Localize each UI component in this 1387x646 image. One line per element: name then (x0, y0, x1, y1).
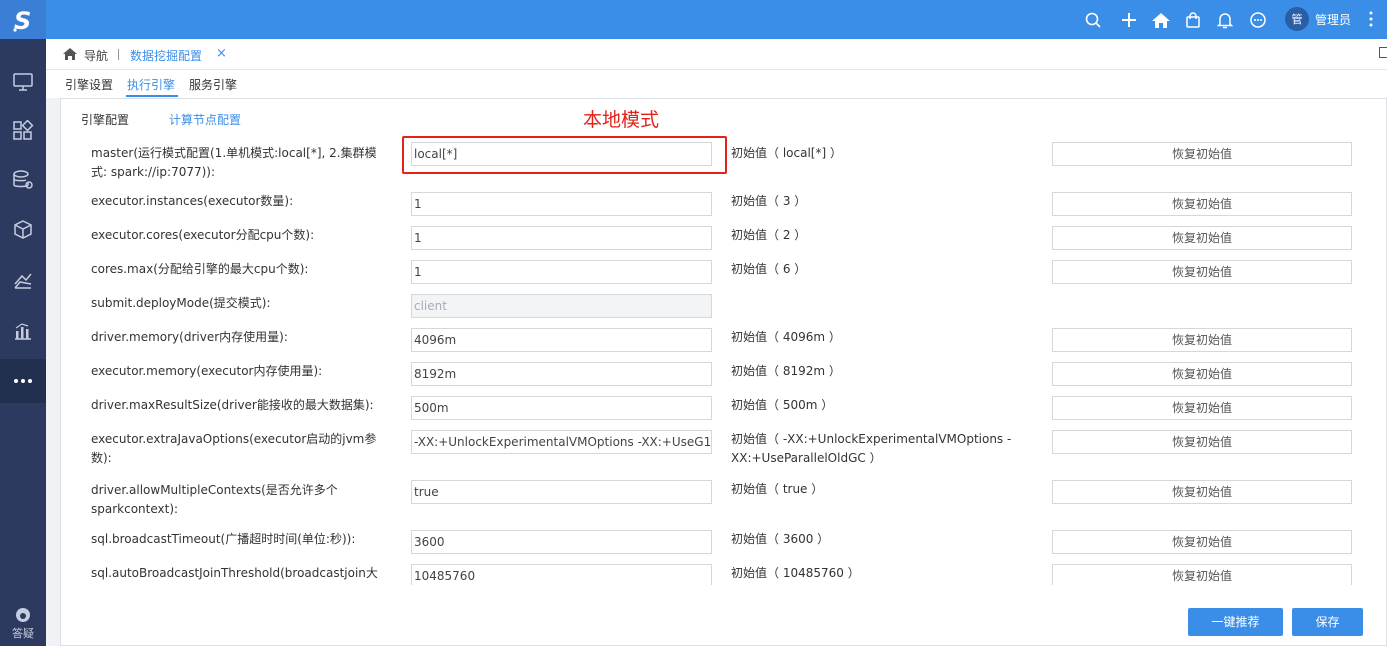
row-initial-value: 初始值（ 8192m ） (731, 364, 841, 378)
executor-cores-input[interactable]: 1 (411, 226, 712, 250)
tab-service-engine[interactable]: 服务引擎 (189, 76, 237, 93)
nav-link[interactable]: 导航 (84, 47, 108, 64)
restore-button[interactable]: 恢复初始值 (1052, 480, 1352, 504)
restore-button[interactable]: 恢复初始值 (1052, 192, 1352, 216)
search-icon (1085, 12, 1101, 28)
logo-s-icon: S (13, 7, 31, 33)
restore-button[interactable]: 恢复初始值 (1052, 564, 1352, 585)
maximize-icon[interactable] (1379, 47, 1387, 58)
help-label: 答疑 (12, 627, 34, 640)
extra-java-options-input[interactable]: -XX:+UnlockExperimentalVMOptions -XX:+Us… (411, 430, 712, 454)
executor-memory-input[interactable]: 8192m (411, 362, 712, 386)
user-name[interactable]: 管理员 (1315, 11, 1351, 28)
cube-icon (14, 220, 32, 239)
broadcast-join-threshold-input[interactable]: 10485760 (411, 564, 712, 585)
executor-instances-input[interactable]: 1 (411, 192, 712, 216)
row-initial-value: 初始值（ 3600 ） (731, 532, 830, 546)
divider (118, 49, 119, 60)
home-icon (1152, 13, 1170, 28)
rail-item-cube[interactable] (0, 208, 46, 252)
restore-button[interactable]: 恢复初始值 (1052, 142, 1352, 166)
one-click-recommend-button[interactable]: 一键推荐 (1188, 608, 1283, 636)
search-button[interactable] (1082, 9, 1104, 31)
restore-button[interactable]: 恢复初始值 (1052, 396, 1352, 420)
save-button[interactable]: 保存 (1292, 608, 1363, 636)
avatar[interactable]: 管 (1285, 7, 1309, 31)
row-label: master(运行模式配置(1.单机模式:local[*], 2.集群模式: s… (91, 146, 377, 179)
active-tab-indicator (126, 95, 178, 97)
monitor-icon (13, 73, 33, 91)
database-settings-icon (13, 170, 33, 189)
add-button[interactable] (1118, 9, 1140, 31)
row-label: driver.maxResultSize(driver能接收的最大数据集): (91, 398, 374, 412)
row-label: executor.cores(executor分配cpu个数): (91, 228, 315, 242)
left-rail: S 答疑 (0, 0, 46, 646)
deploy-mode-input: client (411, 294, 712, 318)
chat-icon (1250, 12, 1266, 28)
restore-button[interactable]: 恢复初始值 (1052, 530, 1352, 554)
row-label: executor.memory(executor内存使用量): (91, 364, 323, 378)
row-label: executor.instances(executor数量): (91, 194, 294, 208)
annotation-highlight-box (402, 136, 727, 174)
rail-item-monitor[interactable] (0, 60, 46, 104)
restore-button[interactable]: 恢复初始值 (1052, 430, 1352, 454)
engine-tabs: 引擎设置 执行引擎 服务引擎 (46, 70, 1387, 98)
page-tab-bar: 导航 数据挖掘配置 × (46, 39, 1387, 70)
row-label: driver.allowMultipleContexts(是否允许多个spark… (91, 483, 338, 516)
cores-max-input[interactable]: 1 (411, 260, 712, 284)
row-initial-value: 初始值（ -XX:+UnlockExperimentalVMOptions -X… (731, 432, 1012, 465)
row-initial-value: 初始值（ 4096m ） (731, 330, 841, 344)
app-logo[interactable]: S (0, 0, 46, 39)
vertical-dots-icon (1369, 11, 1373, 27)
bell-icon (1216, 13, 1234, 29)
bag-icon (1186, 12, 1200, 28)
grid-icon (13, 120, 34, 140)
rail-item-grid[interactable] (0, 109, 46, 153)
more-icon (14, 379, 32, 383)
rail-item-more[interactable] (0, 359, 46, 403)
top-bar: 管 管理员 (46, 0, 1387, 39)
restore-button[interactable]: 恢复初始值 (1052, 328, 1352, 352)
plus-icon (1122, 13, 1136, 27)
config-panel: 引擎配置 计算节点配置 本地模式 master(运行模式配置(1.单机模式:lo… (60, 98, 1387, 646)
help-button[interactable]: 答疑 (0, 600, 46, 646)
row-initial-value: 初始值（ 500m ） (731, 398, 834, 412)
row-initial-value: 初始值（ 3 ） (731, 194, 807, 208)
row-label: cores.max(分配给引擎的最大cpu个数): (91, 262, 309, 276)
bar-chart-icon (15, 323, 31, 340)
row-label: executor.extraJavaOptions(executor启动的jvm… (91, 432, 377, 465)
user-menu-button[interactable] (1368, 9, 1374, 32)
row-initial-value: 初始值（ 10485760 ） (731, 566, 860, 580)
tab-engine-settings[interactable]: 引擎设置 (65, 76, 113, 93)
close-tab-button[interactable]: × (216, 46, 227, 61)
notification-button[interactable] (1214, 9, 1236, 31)
row-initial-value: 初始值（ true ） (731, 482, 824, 496)
help-headset-icon (16, 608, 30, 622)
row-initial-value: 初始值（ local[*] ） (731, 146, 842, 160)
rail-item-database[interactable] (0, 158, 46, 202)
row-initial-value: 初始值（ 2 ） (731, 228, 807, 242)
row-label: submit.deployMode(提交模式): (91, 296, 271, 310)
max-result-size-input[interactable]: 500m (411, 396, 712, 420)
layers-chart-icon (14, 273, 32, 289)
message-button[interactable] (1247, 9, 1269, 31)
restore-button[interactable]: 恢复初始值 (1052, 226, 1352, 250)
row-initial-value: 初始值（ 6 ） (731, 262, 807, 276)
rail-item-bar-chart[interactable] (0, 309, 46, 353)
driver-memory-input[interactable]: 4096m (411, 328, 712, 352)
home-button[interactable] (1150, 9, 1172, 31)
row-label: sql.broadcastTimeout(广播超时时间(单位:秒)): (91, 532, 356, 546)
restore-button[interactable]: 恢复初始值 (1052, 362, 1352, 386)
restore-button[interactable]: 恢复初始值 (1052, 260, 1352, 284)
broadcast-timeout-input[interactable]: 3600 (411, 530, 712, 554)
row-label: sql.autoBroadcastJoinThreshold(broadcast… (91, 566, 378, 580)
tab-execution-engine[interactable]: 执行引擎 (127, 76, 175, 93)
multiple-contexts-input[interactable]: true (411, 480, 712, 504)
logo-letter: S (14, 7, 31, 33)
tab-data-mining-config[interactable]: 数据挖掘配置 (130, 47, 202, 64)
home-icon[interactable] (62, 47, 78, 61)
row-label: driver.memory(driver内存使用量): (91, 330, 288, 344)
rail-item-layers[interactable] (0, 259, 46, 303)
shop-button[interactable] (1182, 9, 1204, 31)
